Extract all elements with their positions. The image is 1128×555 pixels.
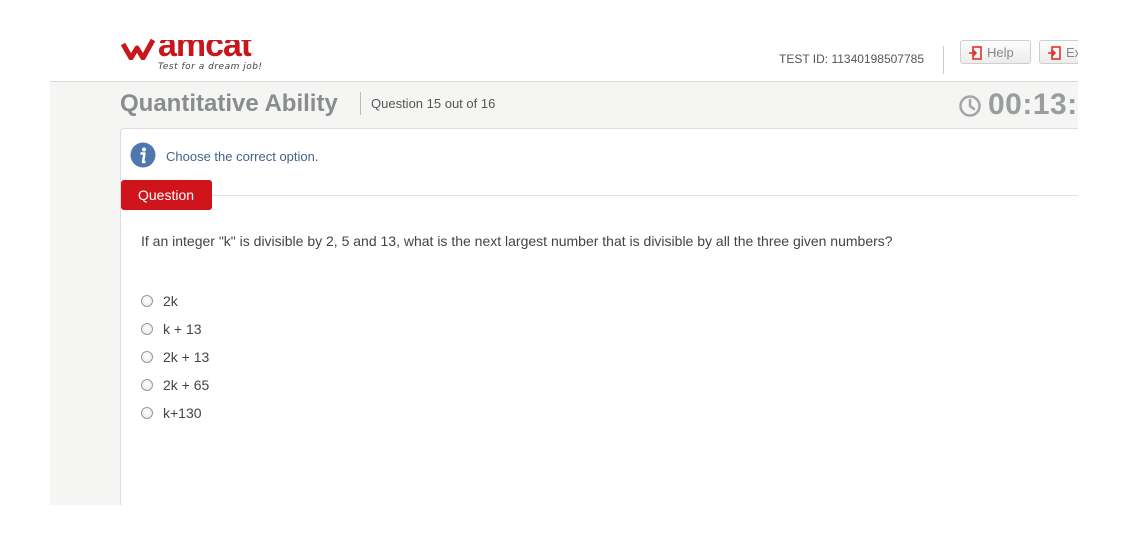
exit-door-icon	[1048, 46, 1061, 60]
option-label: 2k + 13	[163, 349, 210, 365]
radio-button[interactable]	[141, 379, 153, 391]
help-button[interactable]: Help	[960, 40, 1031, 64]
title-divider	[360, 92, 361, 115]
option-2[interactable]: k + 13	[141, 315, 209, 343]
question-text: If an integer "k" is divisible by 2, 5 a…	[141, 233, 893, 249]
amcat-logo: amcat Test for a dream job!	[120, 30, 280, 75]
option-label: 2k + 65	[163, 377, 210, 393]
exit-label: Ex	[1066, 45, 1078, 60]
question-tab-rule	[212, 195, 1078, 196]
logo-mark-icon	[120, 38, 156, 60]
instruction-text: Choose the correct option.	[166, 149, 319, 164]
radio-button[interactable]	[141, 351, 153, 363]
test-id: TEST ID: 11340198507785	[779, 52, 924, 66]
clock-icon	[959, 95, 981, 117]
radio-button[interactable]	[141, 407, 153, 419]
answer-options: 2k k + 13 2k + 13 2k + 65 k+130	[141, 287, 209, 427]
info-icon	[130, 142, 156, 168]
section-title: Quantitative Ability	[120, 90, 338, 117]
option-label: 2k	[163, 293, 178, 309]
option-label: k+130	[163, 405, 202, 421]
option-1[interactable]: 2k	[141, 287, 209, 315]
help-label: Help	[987, 45, 1014, 60]
option-label: k + 13	[163, 321, 202, 337]
question-tab: Question	[121, 180, 212, 210]
question-progress: Question 15 out of 16	[371, 96, 496, 111]
countdown-timer: 00:13:	[988, 88, 1078, 121]
radio-button[interactable]	[141, 323, 153, 335]
question-panel: Choose the correct option. Question If a…	[120, 128, 1078, 505]
header-divider	[943, 46, 944, 74]
radio-button[interactable]	[141, 295, 153, 307]
exit-button[interactable]: Ex	[1039, 40, 1078, 64]
main-content: Quantitative Ability Question 15 out of …	[50, 82, 1078, 505]
option-3[interactable]: 2k + 13	[141, 343, 209, 371]
help-door-icon	[969, 46, 982, 60]
top-header: amcat Test for a dream job! TEST ID: 113…	[50, 0, 1078, 82]
option-4[interactable]: 2k + 65	[141, 371, 209, 399]
logo-wordmark: amcat	[158, 26, 252, 64]
logo-tagline: Test for a dream job!	[158, 62, 263, 72]
option-5[interactable]: k+130	[141, 399, 209, 427]
